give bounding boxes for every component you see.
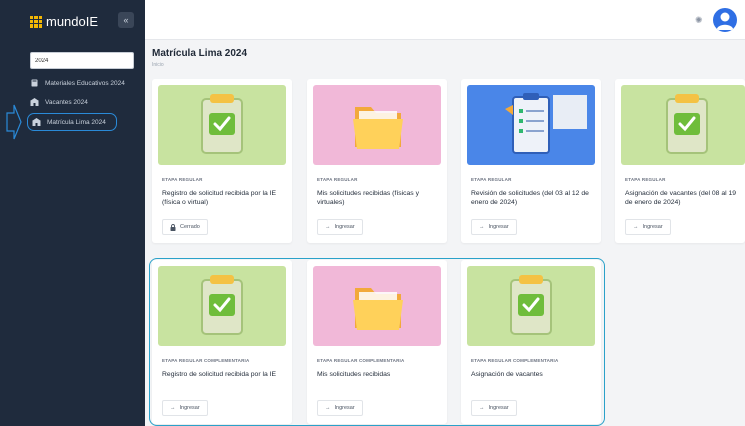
pointer-arrow-icon [6, 104, 22, 140]
sidebar-item-matricula[interactable]: Matrícula Lima 2024 [27, 113, 117, 131]
card-cerrado-button[interactable]: Cerrado [162, 219, 208, 235]
book-icon [30, 79, 39, 87]
card-stage-label: ETAPA REGULAR [162, 177, 203, 182]
card-revision-solicitudes: ETAPA REGULAR Revisión de solicitudes (d… [461, 79, 601, 243]
settings-icon[interactable]: ✺ [695, 15, 703, 26]
card-ingresar-button[interactable]: → Ingresar [471, 219, 517, 235]
card-button-label: Ingresar [334, 224, 355, 230]
sidebar-item-label: Matrícula Lima 2024 [47, 118, 106, 126]
arrow-right-icon: → [633, 224, 639, 230]
school-icon [30, 98, 39, 106]
collapse-sidebar-button[interactable]: « [118, 12, 134, 28]
card-asignacion-vacantes: ETAPA REGULAR Asignación de vacantes (de… [615, 79, 745, 243]
clipboard-check-icon [158, 85, 286, 165]
page-title: Matrícula Lima 2024 [152, 48, 248, 59]
card-description: Mis solicitudes recibidas (físicas y vir… [317, 190, 419, 207]
card-description: Asignación de vacantes (del 08 al 19 de … [625, 190, 737, 207]
user-avatar[interactable] [713, 8, 737, 32]
sidebar-item-vacantes[interactable]: Vacantes 2024 [30, 98, 88, 106]
sidebar-item-label: Materiales Educativos 2024 [45, 79, 125, 87]
card-button-label: Ingresar [642, 224, 663, 230]
sidebar: mundoIE « Materiales Educativos 2024 Vac… [0, 0, 145, 426]
card-stage-label: ETAPA REGULAR [471, 177, 512, 182]
card-button-label: Ingresar [488, 224, 509, 230]
card-stage-label: ETAPA REGULAR [625, 177, 666, 182]
card-description: Revisión de solicitudes (del 03 al 12 de… [471, 190, 589, 207]
card-ingresar-button[interactable]: → Ingresar [625, 219, 671, 235]
review-list-icon [467, 85, 595, 165]
sidebar-item-label: Vacantes 2024 [45, 98, 88, 106]
user-icon [716, 12, 734, 30]
card-ingresar-button[interactable]: → Ingresar [317, 219, 363, 235]
school-icon [32, 118, 41, 126]
brand-logo[interactable]: mundoIE [30, 14, 98, 29]
breadcrumb[interactable]: Inicio [152, 62, 164, 68]
sidebar-search-input[interactable] [30, 52, 134, 69]
topbar: ✺ [145, 0, 745, 40]
grid-logo-icon [30, 15, 42, 28]
card-button-label: Cerrado [180, 224, 200, 230]
complementaria-highlight [149, 258, 605, 426]
card-description: Registro de solicitud recibida por la IE… [162, 190, 277, 207]
sidebar-item-materiales[interactable]: Materiales Educativos 2024 [30, 79, 125, 87]
folder-icon [313, 85, 441, 165]
card-registro-solicitud: ETAPA REGULAR Registro de solicitud reci… [152, 79, 292, 243]
card-mis-solicitudes: ETAPA REGULAR Mis solicitudes recibidas … [307, 79, 447, 243]
double-chevron-left-icon: « [123, 15, 129, 25]
arrow-right-icon: → [325, 224, 331, 230]
lock-icon [170, 223, 176, 231]
arrow-right-icon: → [479, 224, 485, 230]
clipboard-check-icon [621, 85, 745, 165]
brand-name: mundoIE [46, 14, 99, 29]
card-stage-label: ETAPA REGULAR [317, 177, 358, 182]
